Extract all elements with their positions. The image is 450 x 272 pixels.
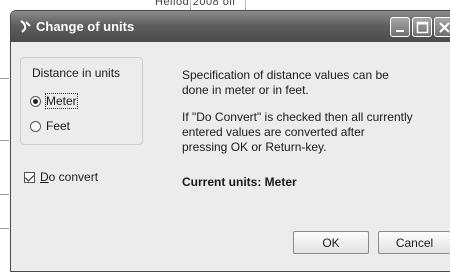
radio-feet-label[interactable]: Feet	[46, 119, 70, 133]
cancel-button[interactable]: Cancel	[378, 231, 450, 254]
background-divider	[245, 0, 246, 10]
info-line: done in meter or in feet.	[182, 83, 309, 97]
current-units: Current units: Meter	[182, 175, 297, 189]
background-divider	[190, 0, 191, 10]
minimize-icon	[396, 30, 404, 32]
background-tick	[0, 78, 9, 79]
radio-meter-label[interactable]: Meter	[45, 93, 78, 109]
app-icon	[17, 17, 35, 35]
info-line: Specification of distance values can be	[182, 68, 389, 82]
radio-button[interactable]	[30, 120, 41, 132]
title-bar[interactable]: Change of units	[11, 11, 450, 42]
info-line: pressing OK or Return-key.	[182, 140, 327, 154]
radio-meter[interactable]: Meter	[30, 93, 78, 109]
radio-feet[interactable]: Feet	[30, 119, 70, 133]
close-button[interactable]	[434, 17, 450, 37]
do-convert-checkbox[interactable]: Do convert	[24, 170, 98, 184]
minimize-button[interactable]	[390, 17, 410, 37]
ok-button[interactable]: OK	[293, 231, 369, 254]
checkbox-checked[interactable]	[24, 171, 35, 183]
radio-button-selected[interactable]	[30, 95, 41, 107]
maximize-icon	[416, 21, 429, 34]
dialog-title: Change of units	[36, 19, 135, 34]
close-icon	[439, 22, 450, 33]
distance-units-label: Distance in units	[30, 66, 123, 80]
background-tick	[0, 140, 9, 141]
background-tick	[0, 194, 9, 195]
maximize-button[interactable]	[412, 17, 432, 37]
background-tick	[0, 228, 9, 229]
info-line: If "Do Convert" is checked then all curr…	[182, 110, 413, 124]
info-line: entered values are converted after	[182, 125, 365, 139]
do-convert-label[interactable]: Do convert	[40, 170, 98, 184]
background-text: Heliod 2008 oil	[155, 0, 236, 8]
